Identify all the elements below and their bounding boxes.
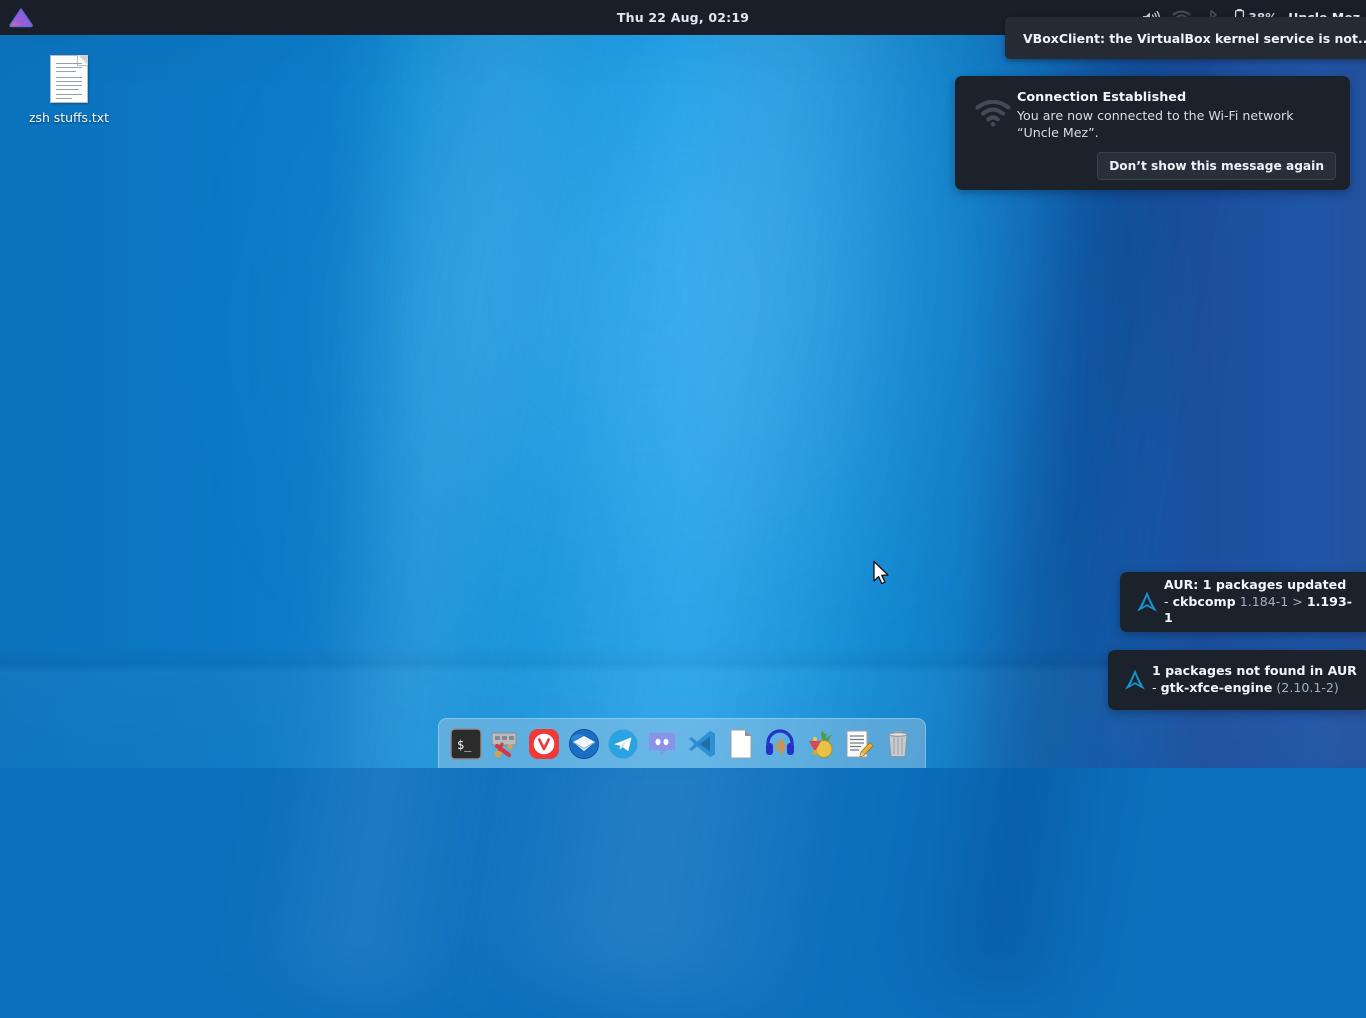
- dock-item-pamac[interactable]: [803, 727, 836, 761]
- dock-item-discord[interactable]: [646, 727, 679, 761]
- arch-logo-icon: [1118, 668, 1152, 692]
- notification-aur-missing[interactable]: 1 packages not found in AUR - gtk-xfce-e…: [1108, 650, 1366, 710]
- dock-item-thunderbird[interactable]: [567, 727, 600, 761]
- package-name: gtk-xfce-engine: [1161, 680, 1273, 695]
- notification-detail: - ckbcomp 1.184-1 > 1.193-1: [1164, 594, 1360, 627]
- dock-item-trash[interactable]: [882, 727, 915, 761]
- package-name: ckbcomp: [1173, 594, 1236, 609]
- libreoffice-writer-icon: [725, 728, 757, 760]
- dont-show-again-button[interactable]: Don’t show this message again: [1097, 152, 1336, 180]
- audacity-icon: [764, 728, 796, 760]
- notification-body: 1 packages not found in AUR - gtk-xfce-e…: [1152, 663, 1358, 696]
- dock-panel: $_: [438, 718, 926, 768]
- desktop-icon-zsh-stuffs[interactable]: zsh stuffs.txt: [27, 55, 111, 125]
- whisker-menu-icon[interactable]: [6, 3, 36, 33]
- vscode-icon: [686, 728, 718, 760]
- dock-item-octopi[interactable]: [488, 727, 521, 761]
- wallpaper-band: [468, 0, 982, 1018]
- tooltip-text: VBoxClient: the VirtualBox kernel servic…: [1023, 31, 1366, 46]
- notification-aur-updated[interactable]: AUR: 1 packages updated - ckbcomp 1.184-…: [1120, 572, 1366, 632]
- discord-icon: [646, 728, 678, 760]
- notification-message: You are now connected to the Wi-Fi netwo…: [1017, 108, 1336, 141]
- dock-item-telegram[interactable]: [606, 727, 639, 761]
- dock-item-vscode[interactable]: [685, 727, 718, 761]
- wifi-icon: [969, 90, 1017, 180]
- svg-text:$_: $_: [457, 738, 472, 752]
- text-file-icon: [50, 55, 88, 103]
- wallpaper-band: [238, 0, 653, 1011]
- wallpaper-glow: [330, 40, 1030, 680]
- notification-actions: Don’t show this message again: [1017, 152, 1336, 180]
- detail-prefix: -: [1152, 680, 1161, 695]
- trash-icon: [882, 728, 914, 760]
- notification-body: Connection Established You are now conne…: [1017, 90, 1336, 180]
- dock-item-libreoffice[interactable]: [724, 727, 757, 761]
- detail-prefix: -: [1164, 594, 1173, 609]
- notification-title: 1 packages not found in AUR: [1152, 663, 1358, 680]
- vivaldi-icon: [528, 728, 560, 760]
- notification-title: AUR: 1 packages updated: [1164, 577, 1360, 594]
- terminal-icon: $_: [450, 728, 482, 760]
- telegram-icon: [607, 728, 639, 760]
- vboxclient-tooltip: VBoxClient: the VirtualBox kernel servic…: [1005, 17, 1366, 59]
- notification-detail: - gtk-xfce-engine (2.10.1-2): [1152, 680, 1358, 697]
- notification-body: AUR: 1 packages updated - ckbcomp 1.184-…: [1164, 577, 1360, 627]
- dock-item-text-editor[interactable]: [842, 727, 875, 761]
- thunderbird-icon: [568, 728, 600, 760]
- arch-logo-icon: [1130, 590, 1164, 614]
- desktop-icon-label: zsh stuffs.txt: [29, 110, 109, 125]
- dock-item-audacity[interactable]: [764, 727, 797, 761]
- panel-left-section: [0, 3, 36, 33]
- dock-item-vivaldi[interactable]: [528, 727, 561, 761]
- pamac-icon: [804, 728, 836, 760]
- old-version: 1.184-1 >: [1236, 594, 1307, 609]
- notification-connection-established[interactable]: Connection Established You are now conne…: [955, 76, 1350, 190]
- dock-item-terminal[interactable]: $_: [449, 727, 482, 761]
- package-version: (2.10.1-2): [1272, 680, 1338, 695]
- text-editor-icon: [843, 728, 875, 760]
- octopi-icon: [489, 728, 521, 760]
- notification-title: Connection Established: [1017, 90, 1336, 105]
